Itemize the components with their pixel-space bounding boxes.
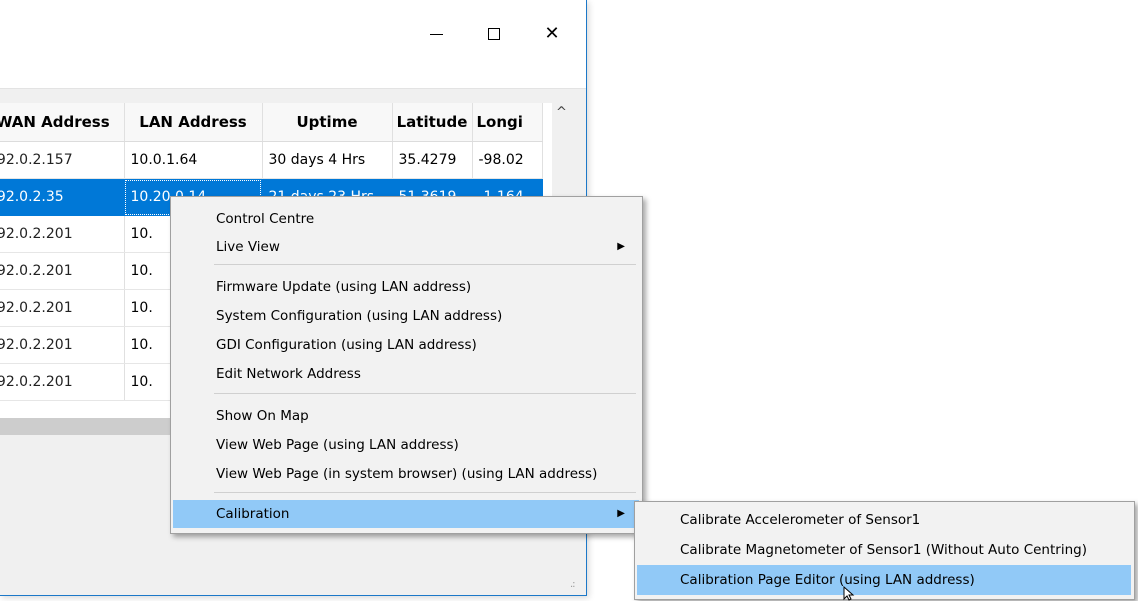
menu-item-label: Live View	[216, 239, 280, 255]
submenu-arrow-icon: ▶	[617, 508, 625, 519]
cell-wan-address: 192.0.2.35	[0, 178, 125, 216]
menu-item-label: System Configuration (using LAN address)	[216, 308, 503, 324]
cell-latitude: 35.4279	[392, 141, 473, 179]
menu-item-label: Calibrate Accelerometer of Sensor1	[680, 512, 921, 528]
menu-item-calibration[interactable]: Calibration ▶	[173, 500, 639, 528]
column-header-latitude[interactable]: Latitude	[392, 103, 473, 142]
menu-item-label: Show On Map	[216, 408, 309, 424]
submenu-item-calibration-page-editor[interactable]: Calibration Page Editor (using LAN addre…	[637, 565, 1131, 595]
menu-item-label: Calibration Page Editor (using LAN addre…	[680, 572, 975, 588]
menu-item-control-centre[interactable]: Control Centre	[173, 205, 639, 233]
menu-item-label: View Web Page (using LAN address)	[216, 437, 459, 453]
menu-item-show-on-map[interactable]: Show On Map	[173, 402, 639, 430]
calibration-submenu: Calibrate Accelerometer of Sensor1 Calib…	[634, 501, 1135, 600]
menu-separator	[214, 492, 636, 493]
cell-wan-address: 192.0.2.201	[0, 363, 125, 401]
cell-wan-address: 192.0.2.201	[0, 215, 125, 253]
menu-item-label: Edit Network Address	[216, 366, 361, 382]
resize-grip-icon[interactable]: .:	[570, 579, 575, 590]
submenu-item-calibrate-magnetometer[interactable]: Calibrate Magnetometer of Sensor1 (Witho…	[637, 535, 1131, 565]
close-button[interactable]: ✕	[536, 18, 568, 50]
menu-separator	[214, 264, 636, 265]
header-row: WAN Address LAN Address Uptime Latitude …	[0, 103, 543, 142]
cell-uptime: 30 days 4 Hrs	[262, 141, 393, 179]
submenu-item-calibrate-accelerometer[interactable]: Calibrate Accelerometer of Sensor1	[637, 505, 1131, 535]
menu-item-system-configuration[interactable]: System Configuration (using LAN address)	[173, 302, 639, 330]
minimize-icon	[429, 33, 443, 35]
menu-item-firmware-update[interactable]: Firmware Update (using LAN address)	[173, 273, 639, 301]
menu-item-view-web-page-browser[interactable]: View Web Page (in system browser) (using…	[173, 460, 639, 488]
menu-item-edit-network-address[interactable]: Edit Network Address	[173, 360, 639, 388]
maximize-icon	[488, 28, 500, 40]
title-bar: ✕	[0, 0, 586, 89]
context-menu: Control Centre Live View ▶ Firmware Updat…	[170, 196, 643, 534]
menu-item-label: Calibration	[216, 506, 290, 522]
menu-item-view-web-page[interactable]: View Web Page (using LAN address)	[173, 431, 639, 459]
submenu-arrow-icon: ▶	[617, 241, 625, 252]
close-icon: ✕	[544, 23, 560, 44]
menu-item-live-view[interactable]: Live View ▶	[173, 233, 639, 261]
menu-item-label: View Web Page (in system browser) (using…	[216, 466, 598, 482]
cell-wan-address: 192.0.2.157	[0, 141, 125, 179]
column-header-longitude[interactable]: Longi	[472, 103, 543, 142]
menu-item-label: GDI Configuration (using LAN address)	[216, 337, 477, 353]
mouse-pointer-icon	[843, 586, 855, 601]
maximize-button[interactable]	[478, 18, 510, 50]
menu-item-gdi-configuration[interactable]: GDI Configuration (using LAN address)	[173, 331, 639, 359]
scroll-up-icon[interactable]: ^	[552, 105, 571, 120]
menu-separator	[214, 393, 636, 394]
cell-longitude: -98.02	[472, 141, 543, 179]
menu-item-label: Calibrate Magnetometer of Sensor1 (Witho…	[680, 542, 1087, 558]
column-header-uptime[interactable]: Uptime	[262, 103, 393, 142]
table-row[interactable]: 192.0.2.157 10.0.1.64 30 days 4 Hrs 35.4…	[0, 141, 543, 179]
menu-item-label: Firmware Update (using LAN address)	[216, 279, 472, 295]
cell-wan-address: 192.0.2.201	[0, 289, 125, 327]
cell-wan-address: 192.0.2.201	[0, 326, 125, 364]
cell-lan-address: 10.0.1.64	[124, 141, 263, 179]
menu-item-label: Control Centre	[216, 211, 315, 227]
column-header-lan-address[interactable]: LAN Address	[124, 103, 263, 142]
minimize-button[interactable]	[420, 18, 452, 50]
cell-wan-address: 192.0.2.201	[0, 252, 125, 290]
column-header-wan-address[interactable]: WAN Address	[0, 103, 125, 142]
